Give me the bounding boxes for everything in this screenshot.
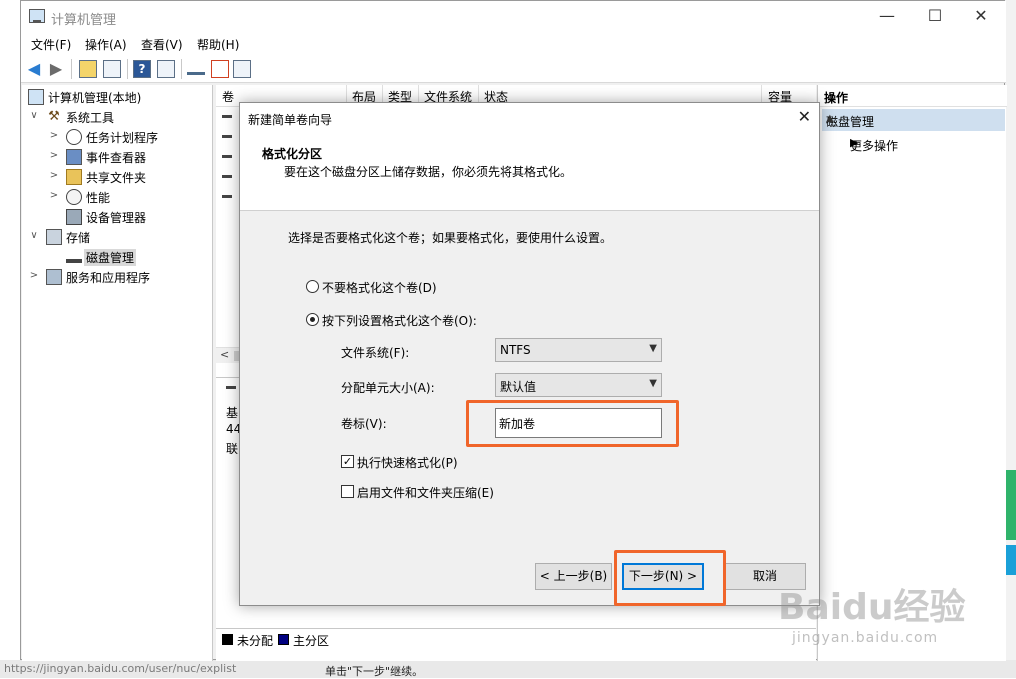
actions-header: 操作	[818, 85, 1007, 107]
volume-row[interactable]	[222, 175, 232, 178]
computer-management-icon	[29, 9, 45, 23]
menu-action[interactable]: 操作(A)	[85, 36, 127, 53]
menu-view[interactable]: 查看(V)	[141, 36, 183, 53]
show-hide-tree-icon[interactable]	[103, 60, 121, 78]
column-volume[interactable]: 卷	[222, 88, 234, 105]
chevron-right-icon[interactable]: >	[48, 150, 60, 161]
allocation-size-select[interactable]: 默认值 ▼	[495, 373, 662, 397]
clock-icon	[66, 129, 82, 145]
format-prompt: 选择是否要格式化这个卷；如果要格式化，要使用什么设置。	[288, 231, 613, 245]
toolbar: ◀ ▶ ?	[21, 55, 1006, 83]
background-blue-block	[1005, 545, 1016, 575]
filesystem-label: 文件系统(F):	[341, 346, 410, 360]
navigation-tree: 计算机管理(本地) ∨ ⚒ 系统工具 > 任务计划程序 > 事件查看器 > 共享…	[22, 85, 213, 661]
compress-checkbox[interactable]	[341, 485, 354, 498]
background-green-block	[1005, 470, 1016, 540]
minimize-button[interactable]: —	[864, 1, 910, 31]
disk-label: 基	[226, 406, 239, 420]
wizard-heading: 格式化分区	[262, 147, 323, 161]
chevron-down-icon: ▼	[649, 378, 657, 389]
disk-status: 联	[226, 442, 239, 456]
wizard-close-icon[interactable]: ✕	[798, 107, 811, 126]
menu-file[interactable]: 文件(F)	[31, 36, 71, 53]
wizard-title: 新建简单卷向导	[248, 113, 333, 127]
watermark-brand: Baidu经验	[778, 587, 966, 628]
window-title: 计算机管理	[51, 13, 117, 28]
device-manager-icon	[66, 209, 82, 225]
watermark-url: jingyan.baidu.com	[792, 630, 939, 646]
submenu-arrow-icon: ▶	[850, 136, 859, 149]
legend-primary: 主分区	[293, 634, 330, 648]
volume-row[interactable]	[222, 155, 232, 158]
status-url: https://jingyan.baidu.com/user/nuc/expli…	[4, 662, 237, 675]
more-actions-item[interactable]: 更多操作 ▶	[822, 133, 1005, 155]
connect-disk-icon[interactable]	[187, 65, 205, 75]
computer-management-icon	[28, 89, 44, 105]
baidu-watermark: Baidu经验 jingyan.baidu.com	[778, 578, 1006, 658]
check-icon[interactable]	[211, 60, 229, 78]
menu-help[interactable]: 帮助(H)	[197, 36, 239, 53]
scroll-left-icon[interactable]: <	[220, 348, 229, 361]
legend-unallocated-swatch	[222, 634, 233, 645]
forward-arrow-icon[interactable]: ▶	[47, 60, 65, 78]
chevron-right-icon[interactable]: >	[48, 170, 60, 181]
volume-label-label: 卷标(V):	[341, 417, 387, 431]
collapse-up-icon[interactable]: ▲	[826, 113, 999, 124]
compress-label[interactable]: 启用文件和文件夹压缩(E)	[357, 484, 494, 501]
volume-row[interactable]	[222, 135, 232, 138]
back-arrow-icon[interactable]: ◀	[25, 60, 43, 78]
wizard-header: 格式化分区 要在这个磁盘分区上储存数据，你必须先将其格式化。	[240, 133, 819, 211]
quick-format-checkbox[interactable]: ✓	[341, 455, 354, 468]
storage-icon	[46, 229, 62, 245]
quick-format-label[interactable]: 执行快速格式化(P)	[357, 454, 458, 471]
background-text: 单击"下一步"继续。	[325, 665, 424, 678]
radio-format[interactable]	[306, 313, 319, 326]
radio-no-format[interactable]	[306, 280, 319, 293]
chevron-right-icon[interactable]: >	[48, 130, 60, 141]
close-button[interactable]: ✕	[958, 1, 1004, 31]
partition-legend: 未分配 主分区	[216, 628, 816, 650]
chevron-right-icon[interactable]: >	[28, 270, 40, 281]
volume-row[interactable]	[222, 195, 232, 198]
legend-primary-swatch	[278, 634, 289, 645]
actions-pane: 操作 磁盘管理 ▲ 更多操作 ▶	[817, 85, 1007, 661]
properties-icon[interactable]	[157, 60, 175, 78]
filesystem-select[interactable]: NTFS ▼	[495, 338, 662, 362]
performance-icon	[66, 189, 82, 205]
up-folder-icon[interactable]	[79, 60, 97, 78]
actions-section-disk-management[interactable]: 磁盘管理 ▲	[822, 109, 1005, 131]
chevron-down-icon[interactable]: ∨	[28, 110, 40, 121]
background-status-bar: https://jingyan.baidu.com/user/nuc/expli…	[0, 660, 1016, 678]
disk-icon	[226, 386, 236, 389]
back-button[interactable]: < 上一步(B)	[535, 563, 612, 590]
title-bar: 计算机管理 — ☐ ✕	[21, 1, 1006, 33]
highlight-volume-label	[466, 400, 679, 447]
wizard-subheading: 要在这个磁盘分区上储存数据，你必须先将其格式化。	[284, 165, 573, 179]
chevron-down-icon[interactable]: ∨	[28, 230, 40, 241]
chevron-down-icon: ▼	[649, 343, 657, 354]
new-simple-volume-wizard: 新建简单卷向导 ✕ 格式化分区 要在这个磁盘分区上储存数据，你必须先将其格式化。…	[239, 102, 820, 606]
event-viewer-icon	[66, 149, 82, 165]
tools-icon: ⚒	[48, 109, 60, 124]
disk-management-icon	[66, 253, 82, 263]
shared-folder-icon	[66, 169, 82, 185]
legend-unallocated: 未分配	[237, 634, 274, 648]
wizard-title-bar: 新建简单卷向导 ✕	[240, 103, 819, 133]
maximize-button[interactable]: ☐	[912, 1, 958, 31]
radio-no-format-label[interactable]: 不要格式化这个卷(D)	[322, 279, 437, 296]
menu-bar: 文件(F) 操作(A) 查看(V) 帮助(H)	[21, 33, 1006, 55]
volume-row[interactable]	[222, 115, 232, 118]
chevron-right-icon[interactable]: >	[48, 190, 60, 201]
highlight-next-button	[614, 550, 726, 606]
services-icon	[46, 269, 62, 285]
radio-format-label[interactable]: 按下列设置格式化这个卷(O):	[322, 312, 477, 329]
help-icon[interactable]: ?	[133, 60, 151, 78]
allocation-size-label: 分配单元大小(A):	[341, 381, 435, 395]
list-view-icon[interactable]	[233, 60, 251, 78]
